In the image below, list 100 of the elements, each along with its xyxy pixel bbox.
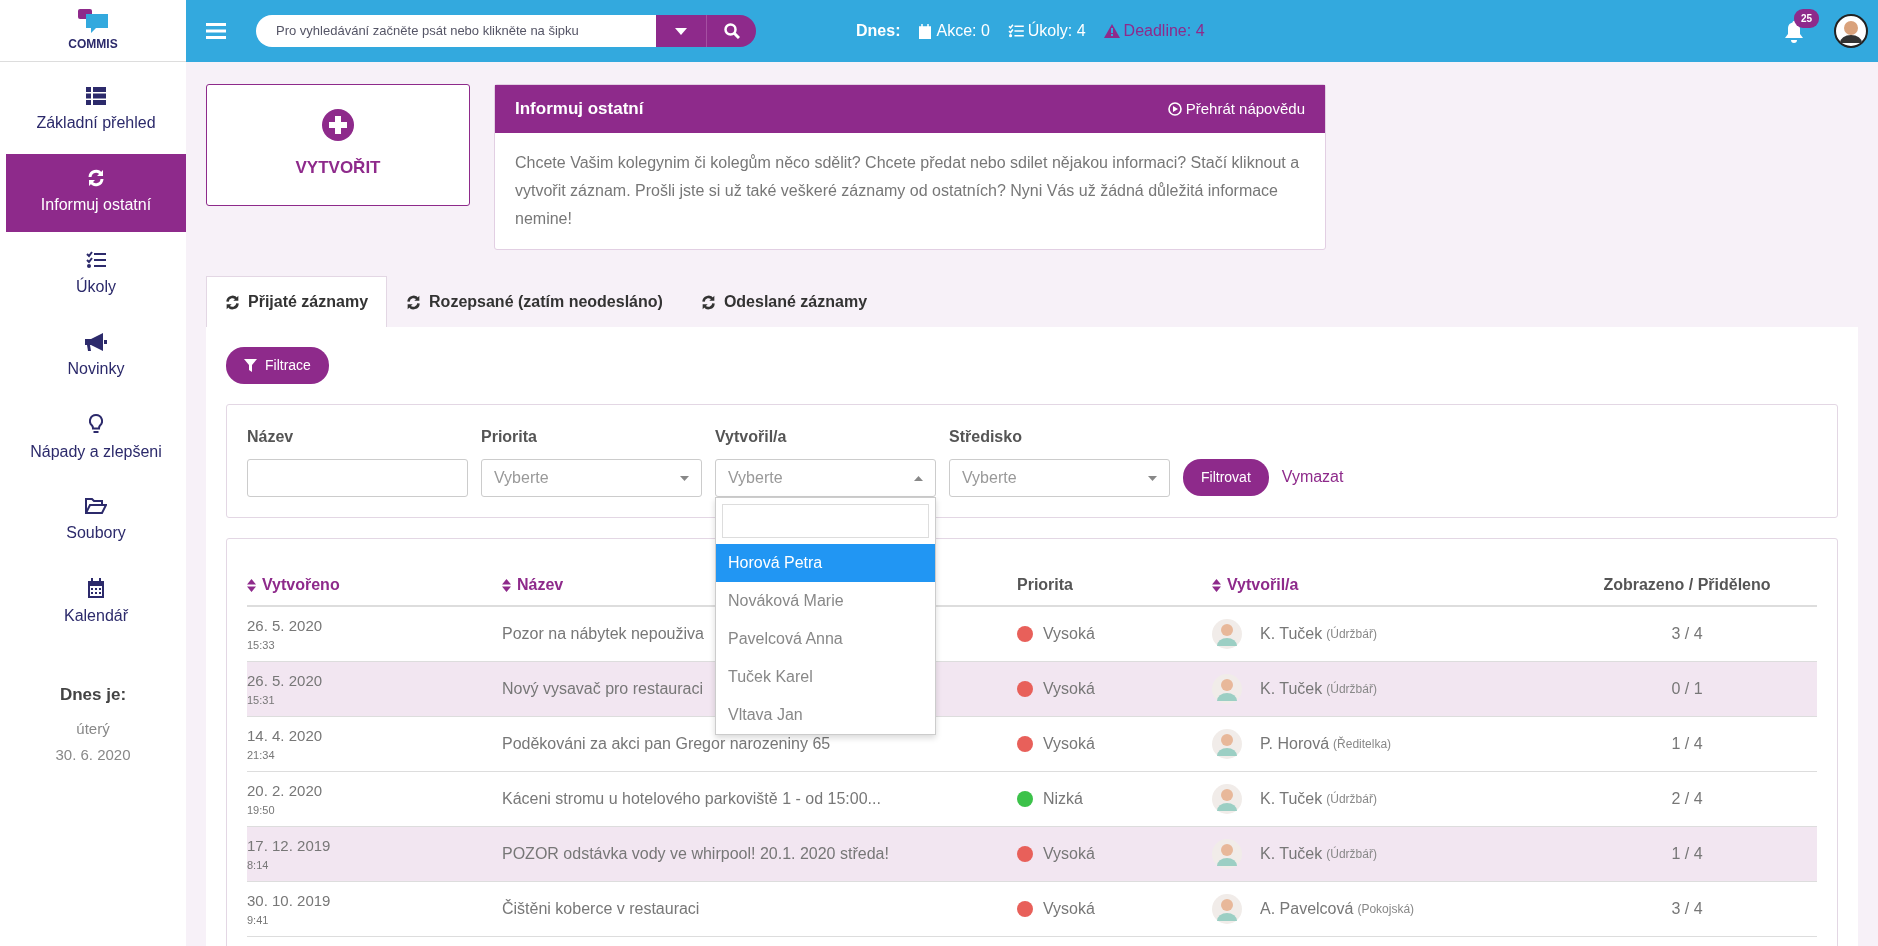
sort-icon[interactable] bbox=[247, 578, 256, 592]
priority-cell-text: Vysoká bbox=[1043, 679, 1095, 699]
time-text: 8:14 bbox=[247, 858, 269, 873]
notification-badge: 25 bbox=[1794, 9, 1820, 28]
views-cell-text: 3 / 4 bbox=[1671, 899, 1703, 919]
column-header: Priorita bbox=[1017, 575, 1073, 595]
sidebar-item[interactable]: Informuj ostatní bbox=[6, 154, 186, 232]
avatar-icon bbox=[1212, 894, 1242, 924]
dropdown-option[interactable]: Pavelcová Anna bbox=[716, 620, 935, 658]
bulb-icon bbox=[89, 414, 103, 434]
time-text: 15:31 bbox=[247, 693, 275, 708]
avatar-icon bbox=[1212, 784, 1242, 814]
views-cell-text: 1 / 4 bbox=[1671, 844, 1703, 864]
panel-text: Chcete Vašim kolegynim či kolegům něco sdělit? Chcete předat nebo sdilet nějakou informaci? Stačí kliknout a vytvořit záznam. Prošli jste si už také veškeré záznamy od ostatních? Nyni Vás už žádná důležitá informace nemine! bbox=[514, 153, 1301, 229]
sidebar-item[interactable]: Nápady a zlepšeni bbox=[6, 400, 186, 478]
priority-cell-text: Nizká bbox=[1043, 789, 1083, 809]
calendar-icon bbox=[918, 23, 933, 39]
plus-icon bbox=[322, 109, 354, 142]
title-cell[interactable]: Nový vysavač pro restauraci bbox=[502, 677, 703, 701]
search-field[interactable]: Pro vyhledávání začněte psát nebo klikněte na šipku bbox=[256, 15, 756, 47]
dropdown-option[interactable]: Vltava Jan bbox=[716, 696, 935, 734]
calendar-icon bbox=[87, 578, 105, 598]
date-cell-text: 26. 5. 2020 bbox=[247, 670, 323, 691]
priority-cell-text: Vysoká bbox=[1043, 844, 1095, 864]
dropdown-search-field[interactable] bbox=[722, 504, 929, 538]
date-cell-text: 20. 2. 2020 bbox=[247, 780, 323, 801]
tab[interactable]: Odeslané záznamy bbox=[681, 276, 887, 327]
avatar-icon[interactable] bbox=[1834, 14, 1868, 48]
date-cell-text: 30. 10. 2019 bbox=[247, 890, 331, 911]
priority-cell-text: Vysoká bbox=[1043, 899, 1095, 919]
title-cell[interactable]: Káceni stromu u hotelového parkoviště 1 - od 15:00... bbox=[502, 787, 881, 811]
author-name: K. Tuček bbox=[1260, 679, 1323, 699]
play-icon bbox=[1167, 102, 1182, 116]
priority-cell-text: Vysoká bbox=[1043, 734, 1095, 754]
views-cell-text: 0 / 1 bbox=[1671, 679, 1703, 699]
date-cell-text: 17. 12. 2019 bbox=[247, 835, 331, 856]
today-label: Dnes: bbox=[856, 21, 901, 41]
dropdown-button[interactable] bbox=[656, 15, 706, 47]
help-link[interactable]: Přehrát nápovědu bbox=[1185, 97, 1305, 121]
priority-cell-text: Vysoká bbox=[1043, 624, 1095, 644]
sync-icon bbox=[406, 294, 422, 310]
sidebar-item[interactable]: Základní přehled bbox=[6, 72, 186, 150]
views-cell-text: 1 / 4 bbox=[1671, 734, 1703, 754]
search-icon bbox=[723, 23, 740, 39]
date-cell-text: 14. 4. 2020 bbox=[247, 725, 323, 746]
search-input[interactable]: Pro vyhledávání začněte psát nebo klikněte na šipku bbox=[256, 15, 656, 47]
sidebar-item[interactable]: Úkoly bbox=[6, 236, 186, 314]
menu-icon[interactable] bbox=[206, 23, 226, 39]
column-header[interactable]: Vytvořeno bbox=[262, 573, 340, 597]
caret-icon bbox=[675, 27, 687, 35]
column-header[interactable]: Název bbox=[517, 573, 564, 597]
tasks-icon bbox=[1007, 24, 1024, 38]
author-name: A. Pavelcová bbox=[1260, 899, 1354, 919]
sort-icon[interactable] bbox=[1212, 578, 1221, 592]
tab[interactable]: Přijaté záznamy bbox=[206, 276, 388, 327]
sidebar-item[interactable]: Kalendář bbox=[6, 564, 186, 642]
search-button[interactable] bbox=[706, 15, 756, 47]
views-cell-text: 3 / 4 bbox=[1671, 624, 1703, 644]
sort-icon[interactable] bbox=[502, 578, 511, 592]
tab[interactable]: Rozepsané (zatím neodesláno) bbox=[387, 276, 682, 327]
author-role: (Údržbář) bbox=[1326, 625, 1377, 643]
avatar-icon bbox=[1212, 619, 1242, 649]
megaphone-icon bbox=[85, 333, 107, 351]
author-name: K. Tuček bbox=[1260, 844, 1323, 864]
author-role: (Údržbář) bbox=[1326, 680, 1377, 698]
filter-icon bbox=[244, 359, 257, 372]
dropdown-option[interactable]: Tuček Karel bbox=[716, 658, 935, 696]
create-button[interactable]: VYTVOŘIT bbox=[206, 84, 470, 206]
time-text: 19:50 bbox=[247, 803, 275, 818]
clear-link[interactable]: Vymazat bbox=[1281, 465, 1344, 489]
sync-icon bbox=[700, 294, 716, 310]
apply-filter-button[interactable]: Filtrovat bbox=[1183, 459, 1269, 496]
input-field[interactable] bbox=[247, 459, 468, 497]
sidebar-item[interactable]: Novinky bbox=[6, 318, 186, 396]
title-cell[interactable]: Pozor na nábytek nepouživa bbox=[502, 622, 704, 646]
title-cell[interactable]: Čištěni koberce v restauraci bbox=[502, 897, 700, 921]
title-cell[interactable]: Poděkováni za akci pan Gregor narozeniny 65 bbox=[502, 732, 831, 756]
author-name: K. Tuček bbox=[1260, 624, 1323, 644]
time-text: 21:34 bbox=[247, 748, 275, 763]
author-role: (Ředitelka) bbox=[1333, 735, 1392, 753]
filter-button[interactable]: Filtrace bbox=[226, 347, 329, 384]
field-label: Priorita bbox=[481, 427, 538, 447]
time-text: 15:33 bbox=[247, 638, 275, 653]
folder-icon bbox=[85, 497, 107, 515]
time-text: 9:41 bbox=[247, 913, 269, 928]
views-cell-text: 2 / 4 bbox=[1671, 789, 1703, 809]
dropdown-option[interactable]: Nováková Marie bbox=[716, 582, 935, 620]
bell-icon[interactable] bbox=[1784, 20, 1804, 43]
avatar-icon bbox=[1212, 729, 1242, 759]
author-role: (Pokojská) bbox=[1357, 901, 1415, 918]
field-label: Středisko bbox=[949, 427, 1023, 447]
column-header[interactable]: Vytvořil/a bbox=[1227, 573, 1299, 597]
author-name: K. Tuček bbox=[1260, 789, 1323, 809]
date-text: 30. 6. 2020 bbox=[54, 745, 132, 765]
panel-title: Informuj ostatní bbox=[515, 98, 644, 121]
column-header: Zobrazeno / Přiděleno bbox=[1603, 575, 1771, 595]
warning-icon bbox=[1103, 24, 1120, 38]
list-icon bbox=[86, 87, 106, 105]
sync-icon bbox=[87, 169, 105, 187]
sidebar-item[interactable]: Soubory bbox=[6, 482, 186, 560]
